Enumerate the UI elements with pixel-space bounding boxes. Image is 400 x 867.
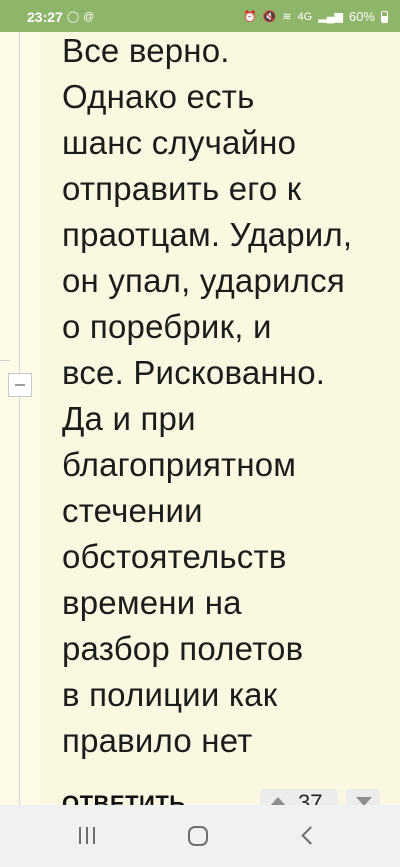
- reply-button[interactable]: ОТВЕТИТЬ: [62, 791, 186, 805]
- comment-line: шанс случайно: [62, 124, 297, 161]
- collapse-thread-button[interactable]: [8, 373, 32, 397]
- comment-line: Да и при: [62, 400, 196, 437]
- comment-line: Все верно.: [62, 32, 230, 69]
- battery-percent: 60%: [348, 9, 375, 24]
- thread-gutter: [0, 32, 40, 805]
- comment-line: обстоятельств: [62, 538, 287, 575]
- comment-line: в полиции как: [62, 676, 278, 713]
- thread-line: [19, 32, 20, 805]
- upvote-icon[interactable]: [270, 797, 286, 805]
- minus-icon: [15, 384, 25, 386]
- comment-actions: ОТВЕТИТЬ 37: [40, 787, 400, 805]
- comment-line: разбор полетов: [62, 630, 304, 667]
- system-nav-bar: [0, 805, 400, 867]
- battery-icon: [381, 10, 388, 23]
- volte-icon: ≋: [282, 10, 292, 23]
- comment-line: правило нет: [62, 722, 253, 759]
- comment-line: благоприятном: [62, 446, 297, 483]
- comment-line: Однако есть: [62, 78, 255, 115]
- status-time: 23:27: [27, 9, 63, 25]
- vote-count: 37: [298, 790, 323, 805]
- home-button[interactable]: [188, 826, 208, 846]
- comment-body: Все верно. Однако есть шанс случайно отп…: [62, 28, 382, 764]
- recents-button[interactable]: [79, 827, 95, 844]
- comment-line: праотцам. Ударил,: [62, 216, 353, 253]
- network-type: 4G: [297, 10, 313, 23]
- alarm-icon: ⏰: [242, 10, 257, 23]
- comment-line: времени на: [62, 584, 242, 621]
- signal-icon: ▂▄▆: [318, 10, 343, 23]
- comment-line: все. Рискованно.: [62, 354, 326, 391]
- status-bar: 23:27 ◯ @ ⏰ 🔇 ≋ 4G ▂▄▆ 60%: [0, 0, 400, 32]
- comment-line: отправить его к: [62, 170, 302, 207]
- comment-line: он упал, ударился: [62, 262, 345, 299]
- back-button[interactable]: [301, 826, 320, 845]
- thread-tick: [0, 360, 10, 361]
- whatsapp-icon: ◯: [66, 11, 80, 23]
- mute-icon: 🔇: [262, 10, 277, 23]
- comment-line: стечении: [62, 492, 203, 529]
- downvote-icon[interactable]: [356, 797, 372, 805]
- at-icon: @: [83, 11, 95, 23]
- comment-line: о поребрик, и: [62, 308, 272, 345]
